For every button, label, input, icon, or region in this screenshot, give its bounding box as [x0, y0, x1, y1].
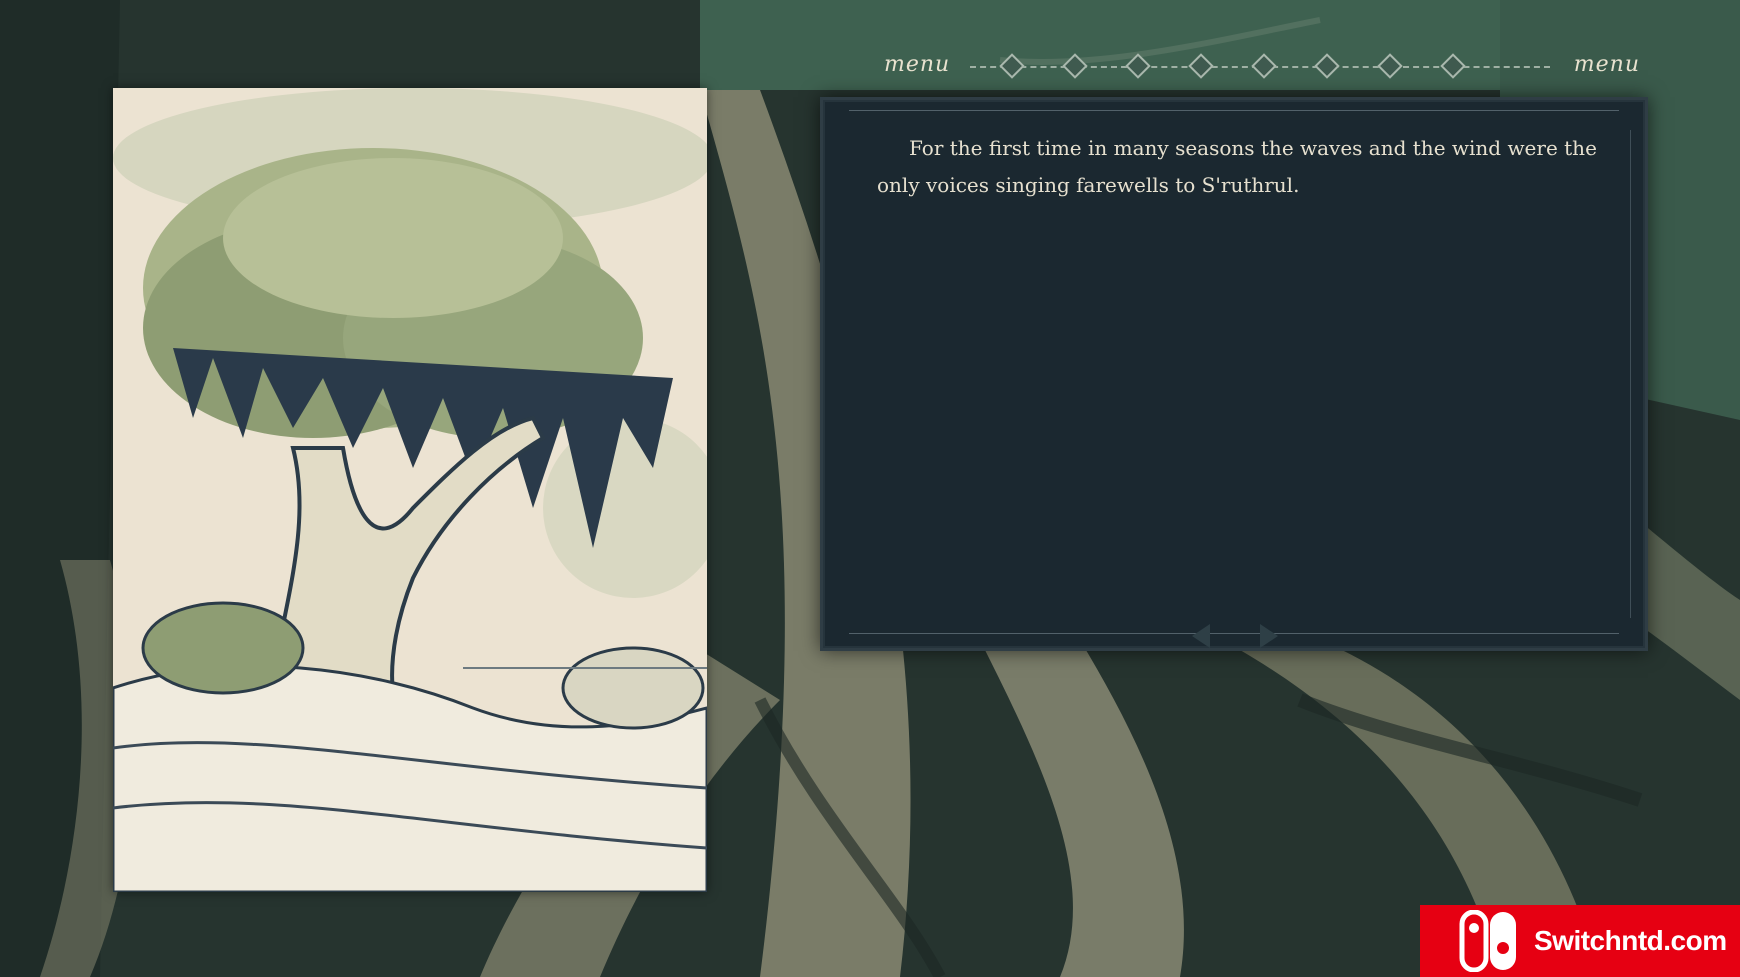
progress-marker[interactable] — [1062, 53, 1088, 79]
next-page-arrow-icon[interactable] — [1260, 624, 1278, 648]
progress-marker[interactable] — [1314, 53, 1340, 79]
panel-top-border — [849, 110, 1619, 111]
menu-bar: menu menu — [880, 48, 1640, 84]
story-illustration — [113, 88, 707, 892]
progress-marker[interactable] — [1125, 53, 1151, 79]
menu-right-button[interactable]: menu — [1574, 52, 1640, 77]
story-text-panel: For the first time in many seasons the w… — [820, 97, 1648, 651]
progress-marker[interactable] — [1251, 53, 1277, 79]
page-navigation — [1168, 610, 1288, 660]
progress-marker[interactable] — [1377, 53, 1403, 79]
panel-side-border — [1630, 130, 1631, 618]
progress-marker[interactable] — [999, 53, 1025, 79]
previous-page-arrow-icon[interactable] — [1192, 624, 1210, 648]
story-text: For the first time in many seasons the w… — [877, 136, 1597, 197]
progress-marker[interactable] — [1440, 53, 1466, 79]
progress-marker[interactable] — [1188, 53, 1214, 79]
watermark-text: Switchntd.com — [1534, 925, 1727, 956]
nintendo-switch-logo-icon — [1459, 910, 1516, 972]
tree-illustration — [113, 88, 707, 892]
watermark-banner: Switchntd.com — [1420, 905, 1740, 977]
menu-left-button[interactable]: menu — [884, 52, 950, 77]
